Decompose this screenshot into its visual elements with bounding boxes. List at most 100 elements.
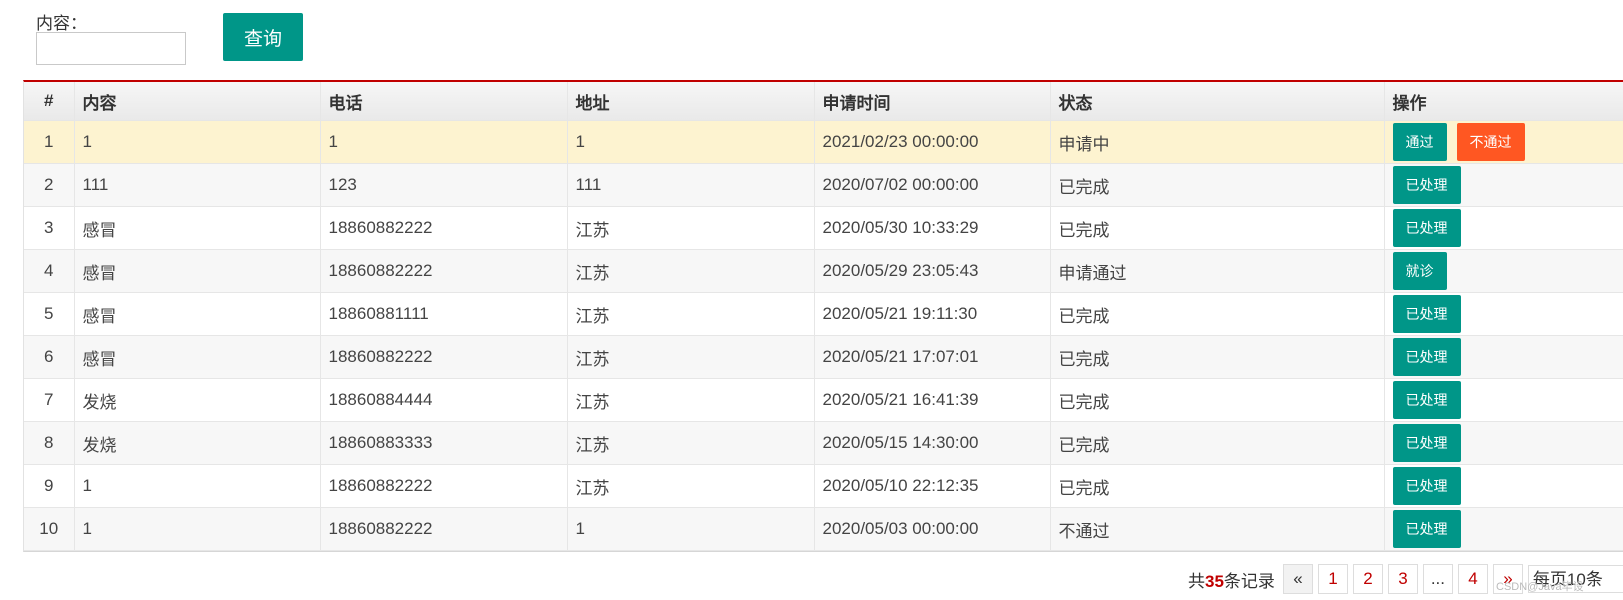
actions-cell: 已处理 bbox=[1384, 206, 1623, 250]
content-cell: 感冒 bbox=[74, 292, 321, 336]
phone-cell: 18860883333 bbox=[320, 421, 568, 465]
status-cell: 申请中 bbox=[1050, 120, 1385, 164]
row-number-cell: 3 bbox=[24, 206, 75, 250]
column-header-apply-time: 申请时间 bbox=[814, 82, 1051, 121]
apply-time-cell: 2020/05/21 16:41:39 bbox=[814, 378, 1051, 422]
content-cell: 发烧 bbox=[74, 378, 321, 422]
page-ellipsis: ... bbox=[1422, 564, 1453, 594]
actions-cell: 已处理 bbox=[1384, 507, 1623, 551]
reject-button[interactable]: 不通过 bbox=[1456, 123, 1525, 161]
table-row[interactable]: 6 感冒 18860882222 江苏 2020/05/21 17:07:01 已完成 已处… bbox=[24, 335, 1623, 379]
search-label: 内容： bbox=[36, 14, 87, 33]
apply-time-cell: 2020/05/15 14:30:00 bbox=[814, 421, 1051, 465]
row-number-cell: 4 bbox=[24, 249, 75, 293]
apply-time-cell: 2021/02/23 00:00:00 bbox=[814, 120, 1051, 164]
actions-cell: 就诊 bbox=[1384, 249, 1623, 293]
row-number-cell: 9 bbox=[24, 464, 75, 508]
total-count: 35 bbox=[1205, 571, 1224, 591]
phone-cell: 123 bbox=[320, 163, 568, 207]
processed-button[interactable]: 已处理 bbox=[1392, 424, 1461, 462]
phone-cell: 18860882222 bbox=[320, 206, 568, 250]
column-header-address: 地址 bbox=[567, 82, 815, 121]
processed-button[interactable]: 已处理 bbox=[1392, 338, 1461, 376]
processed-button[interactable]: 已处理 bbox=[1392, 381, 1461, 419]
watermark: CSDN@Java毕设 bbox=[1496, 581, 1584, 593]
processed-button[interactable]: 已处理 bbox=[1392, 166, 1461, 204]
table-row[interactable]: 8 发烧 18860883333 江苏 2020/05/15 14:30:00 已完成 已处… bbox=[24, 421, 1623, 465]
approve-button[interactable]: 通过 bbox=[1392, 123, 1447, 161]
actions-cell: 已处理 bbox=[1384, 464, 1623, 508]
address-cell: 江苏 bbox=[567, 292, 815, 336]
table-row[interactable]: 2 111 123 111 2020/07/02 00:00:00 已完成 已处理 bbox=[24, 163, 1623, 207]
column-header-status: 状态 bbox=[1050, 82, 1385, 121]
status-cell: 已完成 bbox=[1050, 292, 1385, 336]
apply-time-cell: 2020/05/03 00:00:00 bbox=[814, 507, 1051, 551]
content-cell: 感冒 bbox=[74, 249, 321, 293]
status-cell: 申请通过 bbox=[1050, 249, 1385, 293]
actions-cell: 已处理 bbox=[1384, 378, 1623, 422]
status-cell: 已完成 bbox=[1050, 335, 1385, 379]
status-cell: 已完成 bbox=[1050, 421, 1385, 465]
column-header-number: # bbox=[24, 82, 75, 121]
page-2-link[interactable]: 2 bbox=[1352, 564, 1383, 594]
table-row[interactable]: 10 1 18860882222 1 2020/05/03 00:00:00 不通过 已处理 bbox=[24, 507, 1623, 551]
page-4-link[interactable]: 4 bbox=[1457, 564, 1488, 594]
address-cell: 江苏 bbox=[567, 206, 815, 250]
actions-cell: 已处理 bbox=[1384, 163, 1623, 207]
column-header-actions: 操作 bbox=[1384, 82, 1623, 121]
column-header-phone: 电话 bbox=[320, 82, 568, 121]
table-row[interactable]: 9 1 18860882222 江苏 2020/05/10 22:12:35 已完成 已处理 bbox=[24, 464, 1623, 508]
actions-cell: 通过 不通过 bbox=[1384, 120, 1623, 164]
processed-button[interactable]: 已处理 bbox=[1392, 209, 1461, 247]
table-row[interactable]: 3 感冒 18860882222 江苏 2020/05/30 10:33:29 已完成 已处… bbox=[24, 206, 1623, 250]
apply-time-cell: 2020/05/21 19:11:30 bbox=[814, 292, 1051, 336]
status-cell: 已完成 bbox=[1050, 378, 1385, 422]
address-cell: 江苏 bbox=[567, 378, 815, 422]
apply-time-cell: 2020/05/10 22:12:35 bbox=[814, 464, 1051, 508]
status-cell: 已完成 bbox=[1050, 464, 1385, 508]
table-row[interactable]: 5 感冒 18860881111 江苏 2020/05/21 19:11:30 已完成 已处… bbox=[24, 292, 1623, 336]
phone-cell: 18860882222 bbox=[320, 249, 568, 293]
query-button[interactable]: 查询 bbox=[223, 13, 303, 61]
table-body: 1 1 1 1 2021/02/23 00:00:00 申请中 通过 不通过 2 111 123 11… bbox=[24, 120, 1623, 551]
content-cell: 感冒 bbox=[74, 335, 321, 379]
address-cell: 111 bbox=[567, 163, 815, 207]
row-number-cell: 8 bbox=[24, 421, 75, 465]
page-3-link[interactable]: 3 bbox=[1387, 564, 1418, 594]
address-cell: 江苏 bbox=[567, 421, 815, 465]
actions-cell: 已处理 bbox=[1384, 292, 1623, 336]
row-number-cell: 2 bbox=[24, 163, 75, 207]
content-cell: 感冒 bbox=[74, 206, 321, 250]
address-cell: 1 bbox=[567, 507, 815, 551]
table-header-row: # 内容 电话 地址 申请时间 状态 操作 bbox=[24, 82, 1623, 121]
table-row[interactable]: 4 感冒 18860882222 江苏 2020/05/29 23:05:43 申请通过就… bbox=[24, 249, 1623, 293]
content-cell: 1 bbox=[74, 507, 321, 551]
table-row[interactable]: 1 1 1 1 2021/02/23 00:00:00 申请中 通过 不通过 bbox=[24, 120, 1623, 164]
processed-button[interactable]: 已处理 bbox=[1392, 467, 1461, 505]
phone-cell: 1 bbox=[320, 120, 568, 164]
processed-button[interactable]: 已处理 bbox=[1392, 295, 1461, 333]
content-search-input[interactable] bbox=[36, 32, 186, 65]
phone-cell: 18860882222 bbox=[320, 464, 568, 508]
apply-time-cell: 2020/05/29 23:05:43 bbox=[814, 249, 1051, 293]
records-table: # 内容 电话 地址 申请时间 状态 操作 1 1 1 1 2021/02/23 00:… bbox=[23, 80, 1623, 552]
processed-button[interactable]: 已处理 bbox=[1392, 510, 1461, 548]
status-cell: 已完成 bbox=[1050, 206, 1385, 250]
content-cell: 1 bbox=[74, 120, 321, 164]
phone-cell: 18860884444 bbox=[320, 378, 568, 422]
row-number-cell: 6 bbox=[24, 335, 75, 379]
apply-time-cell: 2020/05/30 10:33:29 bbox=[814, 206, 1051, 250]
address-cell: 江苏 bbox=[567, 249, 815, 293]
address-cell: 江苏 bbox=[567, 335, 815, 379]
table-row[interactable]: 7 发烧 18860884444 江苏 2020/05/21 16:41:39 已完成 已处… bbox=[24, 378, 1623, 422]
visit-button[interactable]: 就诊 bbox=[1392, 252, 1447, 290]
status-cell: 不通过 bbox=[1050, 507, 1385, 551]
phone-cell: 18860882222 bbox=[320, 507, 568, 551]
phone-cell: 18860881111 bbox=[320, 292, 568, 336]
content-cell: 发烧 bbox=[74, 421, 321, 465]
prev-page-button[interactable]: « bbox=[1282, 564, 1313, 594]
column-header-content: 内容 bbox=[74, 82, 321, 121]
apply-time-cell: 2020/05/21 17:07:01 bbox=[814, 335, 1051, 379]
page-1-link[interactable]: 1 bbox=[1317, 564, 1348, 594]
row-number-cell: 10 bbox=[24, 507, 75, 551]
